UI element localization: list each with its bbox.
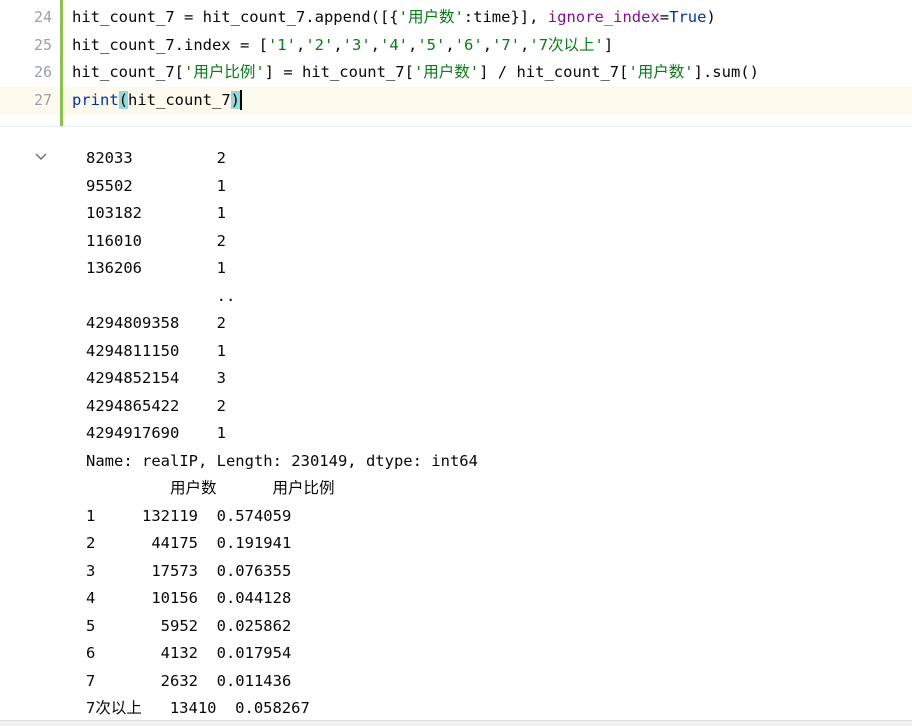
- output-line: 103182 1: [86, 204, 226, 222]
- code-token: ,: [408, 35, 418, 54]
- code-token: :time}],: [463, 8, 548, 26]
- notebook-page: 24 25 26 27 hit_count_7 = hit_count_7.ap…: [0, 0, 912, 726]
- code-token: ): [706, 8, 716, 26]
- chevron-down-icon[interactable]: [34, 149, 48, 163]
- code-string: '6': [454, 35, 483, 54]
- output-line: 4294811150 1: [86, 341, 226, 360]
- code-string: '4': [380, 35, 408, 54]
- code-area[interactable]: hit_count_7 = hit_count_7.append([{'用户数'…: [72, 4, 912, 114]
- code-string: '7次以上': [529, 35, 604, 54]
- code-token: ,: [333, 35, 343, 54]
- code-string: '用户数': [628, 63, 694, 81]
- code-token: hit_count_7: [128, 90, 231, 109]
- matched-paren-open: (: [118, 90, 129, 109]
- code-string: '3': [342, 35, 371, 54]
- output-line: 7次以上 13410 0.058267: [86, 699, 310, 717]
- output-line: 4294809358 2: [86, 314, 226, 332]
- text-caret: [240, 90, 243, 110]
- output-line: 2 44175 0.191941: [86, 534, 292, 552]
- code-token: hit_count_7[: [72, 63, 184, 81]
- horizontal-scrollbar[interactable]: [0, 720, 912, 726]
- code-editor[interactable]: 24 25 26 27 hit_count_7 = hit_count_7.ap…: [0, 0, 912, 126]
- line-number-gutter: 24 25 26 27: [0, 4, 52, 114]
- modified-lines-marker: [60, 0, 63, 126]
- code-token: hit_count_7.index = [: [72, 35, 268, 54]
- output-line: 95502 1: [86, 176, 226, 195]
- output-line: 4 10156 0.044128: [86, 589, 292, 607]
- output-line: 4294865422 2: [86, 396, 226, 415]
- code-parameter: ignore_index: [547, 8, 660, 26]
- output-line: 用户数 用户比例: [86, 479, 335, 497]
- code-token: ]: [603, 35, 614, 54]
- line-number: 26: [33, 63, 52, 81]
- output-line: 7 2632 0.011436: [86, 671, 292, 690]
- cell-output: 82033 2 95502 1 103182 1 116010 2 136206…: [0, 127, 912, 726]
- code-string: '7': [492, 35, 521, 54]
- code-line-25[interactable]: hit_count_7.index = ['1','2','3','4','5'…: [72, 32, 912, 60]
- code-string: '2': [305, 35, 334, 54]
- line-number: 24: [33, 8, 52, 26]
- code-token: =: [659, 8, 670, 26]
- code-line-24[interactable]: hit_count_7 = hit_count_7.append([{'用户数'…: [72, 4, 912, 32]
- code-string: '5': [417, 35, 446, 54]
- code-token: ,: [445, 35, 455, 54]
- code-token: ,: [482, 35, 493, 54]
- code-token: ] / hit_count_7[: [479, 63, 629, 81]
- code-line-26[interactable]: hit_count_7['用户比例'] = hit_count_7['用户数']…: [72, 59, 912, 87]
- code-string: '1': [267, 35, 296, 54]
- output-line: 116010 2: [86, 231, 226, 250]
- output-line: 4294917690 1: [86, 424, 226, 442]
- code-token: ,: [370, 35, 380, 54]
- output-line: 1 132119 0.574059: [86, 506, 292, 525]
- output-line: 82033 2: [86, 149, 226, 167]
- code-line-27[interactable]: print(hit_count_7): [72, 87, 912, 115]
- code-token: ,: [520, 35, 530, 54]
- code-token: hit_count_7 = hit_count_7.append([{: [72, 8, 399, 26]
- output-line: 136206 1: [86, 259, 226, 277]
- code-string: '用户比例': [183, 63, 265, 81]
- code-string: '用户数': [398, 8, 464, 26]
- output-line: 5 5952 0.025862: [86, 616, 292, 635]
- code-keyword: True: [669, 8, 707, 26]
- code-string: '用户数': [413, 63, 480, 81]
- output-line: 3 17573 0.076355: [86, 561, 292, 580]
- output-line: 6 4132 0.017954: [86, 644, 292, 662]
- code-token: ,: [295, 35, 306, 54]
- output-line: ..: [86, 286, 236, 305]
- code-token: ] = hit_count_7[: [264, 63, 414, 81]
- output-text: 82033 2 95502 1 103182 1 116010 2 136206…: [86, 145, 478, 723]
- line-number: 27: [33, 90, 52, 109]
- output-line: 4294852154 3: [86, 369, 226, 387]
- line-number: 25: [33, 35, 52, 54]
- code-token: ].sum(): [693, 63, 759, 81]
- code-builtin: print: [72, 90, 119, 109]
- matched-paren-close: ): [230, 90, 241, 109]
- output-line: Name: realIP, Length: 230149, dtype: int…: [86, 451, 478, 470]
